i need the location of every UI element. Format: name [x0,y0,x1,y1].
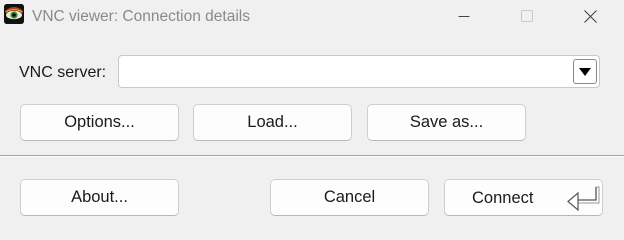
minimize-icon [458,16,470,17]
about-button[interactable]: About... [20,179,179,216]
minimize-button[interactable] [441,0,487,32]
vnc-server-input[interactable] [123,60,563,83]
connection-dialog: VNC viewer: Connection details VNC serve… [0,0,624,236]
connect-button[interactable]: Connect [444,179,603,216]
close-button[interactable] [567,0,613,32]
dropdown-button[interactable] [573,59,597,84]
load-button[interactable]: Load... [193,104,352,141]
vnc-eye-icon [4,4,24,24]
close-icon [583,9,597,23]
title-bar[interactable]: VNC viewer: Connection details [0,0,624,34]
chevron-down-icon [579,67,591,76]
enter-key-icon [567,186,600,212]
separator [0,155,624,157]
maximize-icon [521,10,533,22]
save-as-button[interactable]: Save as... [367,104,526,141]
window-title: VNC viewer: Connection details [32,8,250,25]
maximize-button[interactable] [504,0,550,32]
options-button[interactable]: Options... [20,104,179,141]
vnc-server-combobox[interactable] [118,55,600,88]
vnc-server-label: VNC server: [19,64,107,81]
cancel-button[interactable]: Cancel [270,179,429,216]
connect-label: Connect [472,189,534,207]
